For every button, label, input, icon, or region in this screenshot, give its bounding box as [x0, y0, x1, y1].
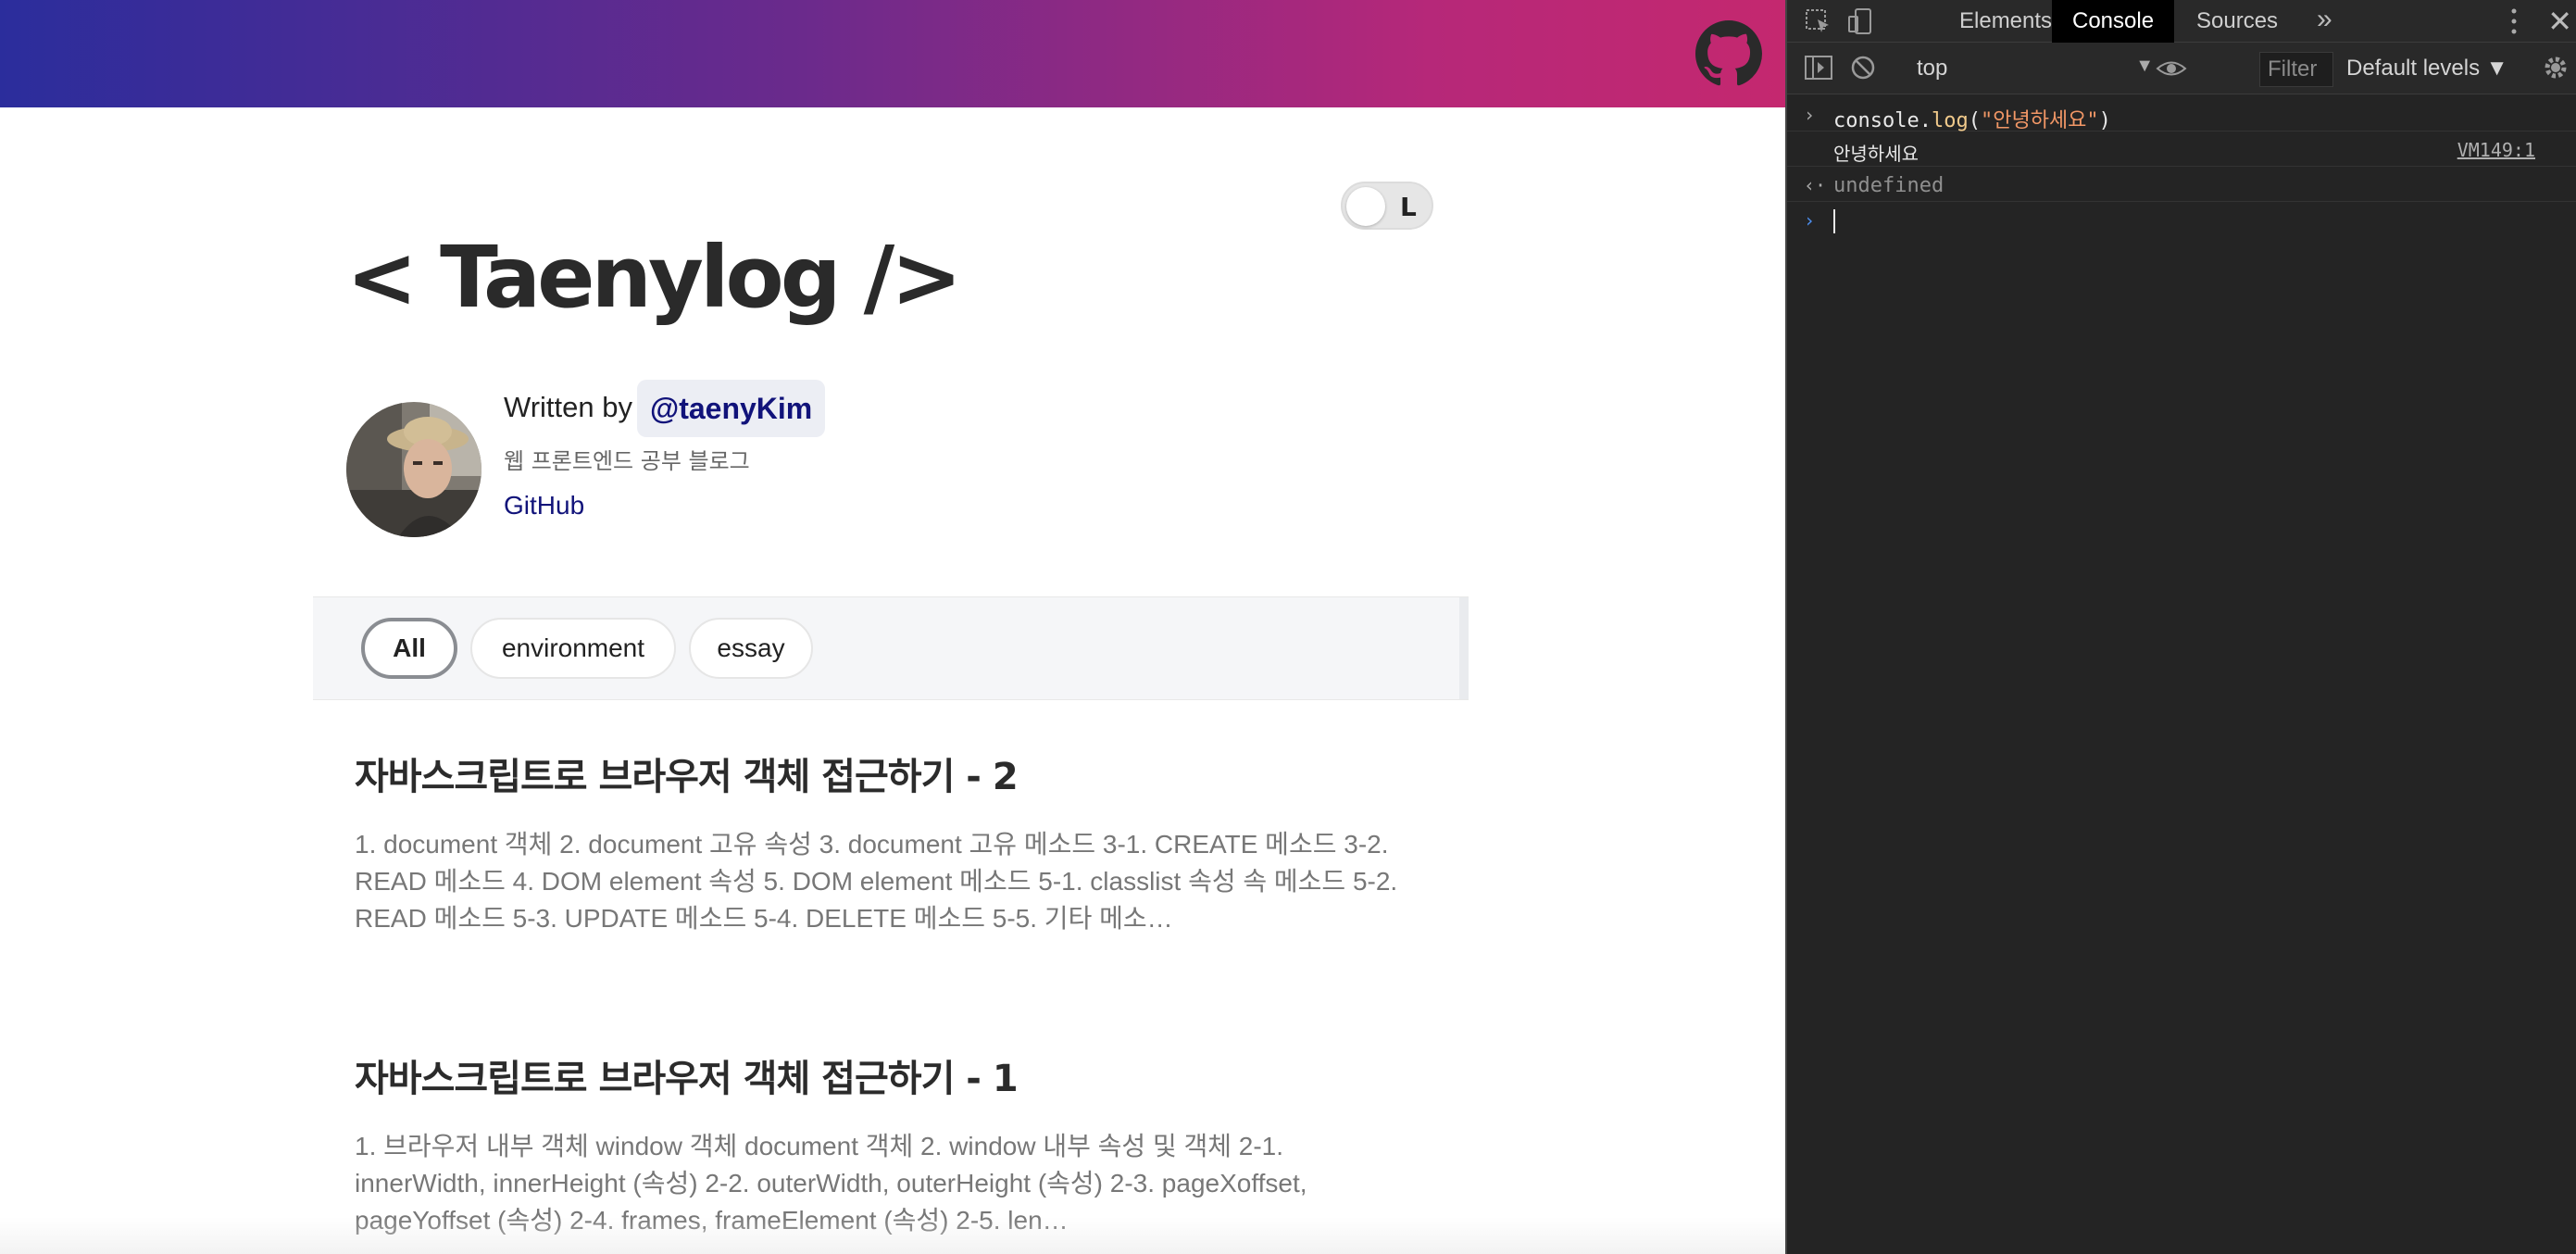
category-chip-environment[interactable]: environment — [470, 618, 676, 679]
console-input-row: › console.log("안녕하세요") — [1787, 96, 2576, 132]
clear-console-icon[interactable] — [1848, 54, 1878, 82]
console-log-row: 안녕하세요 VM149:1 — [1787, 132, 2576, 167]
category-chip-essay[interactable]: essay — [689, 618, 813, 679]
post-excerpt: 1. document 객체 2. document 고유 속성 3. docu… — [355, 830, 1398, 933]
kebab-menu-icon[interactable] — [2511, 6, 2517, 37]
console-prompt-row[interactable]: › — [1787, 202, 2576, 237]
close-devtools-icon[interactable]: ✕ — [2547, 4, 2572, 39]
post-title[interactable]: 자바스크립트로 브라우저 객체 접근하기 - 1 — [355, 1048, 1419, 1102]
sidebar-toggle-icon[interactable] — [1804, 54, 1833, 82]
theme-toggle-label: L — [1400, 192, 1417, 222]
console-command[interactable]: console.log("안녕하세요") — [1833, 104, 2111, 133]
post-item[interactable]: 자바스크립트로 브라우저 객체 접근하기 - 2 1. document 객체 … — [355, 746, 1419, 937]
device-toolbar-icon[interactable] — [1846, 7, 1876, 35]
return-arrow-icon: ‹· — [1804, 174, 1827, 196]
log-levels-dropdown[interactable]: Default levels ▼ — [2346, 56, 2508, 82]
console-log-message: 안녕하세요 — [1833, 143, 1919, 165]
blog-title[interactable]: < Taenylog /> — [346, 228, 962, 327]
source-link[interactable]: VM149:1 — [2457, 139, 2535, 161]
github-link[interactable]: GitHub — [504, 491, 584, 520]
site-header — [0, 0, 1785, 107]
tab-console[interactable]: Console — [2052, 0, 2175, 43]
prompt-chevron-icon: › — [1804, 209, 1816, 232]
devtools-tabbar: Elements Console Sources » ✕ — [1787, 0, 2576, 43]
eye-icon[interactable] — [2156, 55, 2187, 82]
console-filter-input[interactable]: Filter — [2259, 52, 2333, 87]
settings-gear-icon[interactable] — [2541, 54, 2570, 82]
context-value: top — [1917, 56, 1948, 81]
bio-description: 웹 프론트엔드 공부 블로그 — [504, 448, 750, 474]
devtools-panel: Elements Console Sources » ✕ top ▼ Filte… — [1785, 0, 2576, 1254]
category-filter: All environment essay — [313, 596, 1469, 700]
tab-sources[interactable]: Sources — [2176, 0, 2298, 43]
more-tabs-icon[interactable]: » — [2317, 4, 2332, 35]
prompt-chevron-icon: › — [1804, 104, 1816, 126]
console-prompt-input[interactable] — [1833, 209, 1835, 233]
console-return-row: ‹· undefined — [1787, 167, 2576, 202]
page-bottom-fade — [0, 1217, 1785, 1254]
category-chip-all[interactable]: All — [361, 618, 457, 679]
avatar — [346, 402, 481, 537]
chevron-down-icon: ▼ — [2135, 56, 2154, 76]
console-return-value: undefined — [1833, 174, 1945, 197]
context-selector[interactable]: top ▼ — [1917, 56, 2159, 83]
console-toolbar: top ▼ Filter Default levels ▼ — [1787, 43, 2576, 94]
written-by-label: Written by — [504, 391, 632, 423]
post-item[interactable]: 자바스크립트로 브라우저 객체 접근하기 - 1 1. 브라우저 내부 객체 w… — [355, 1048, 1419, 1239]
theme-toggle[interactable]: L — [1341, 182, 1433, 230]
theme-toggle-knob — [1346, 187, 1385, 226]
blog-page: L < Taenylog /> Written by @taenyKim 웹 프… — [0, 0, 1785, 1254]
console-output[interactable]: › console.log("안녕하세요") 안녕하세요 VM149:1 ‹· … — [1787, 96, 2576, 237]
author-handle[interactable]: @taenyKim — [637, 380, 826, 437]
github-icon[interactable] — [1695, 20, 1762, 87]
inspect-element-icon[interactable] — [1804, 7, 1833, 35]
post-title[interactable]: 자바스크립트로 브라우저 객체 접근하기 - 2 — [355, 746, 1419, 800]
live-expression-eye-icon[interactable] — [2195, 54, 2224, 82]
